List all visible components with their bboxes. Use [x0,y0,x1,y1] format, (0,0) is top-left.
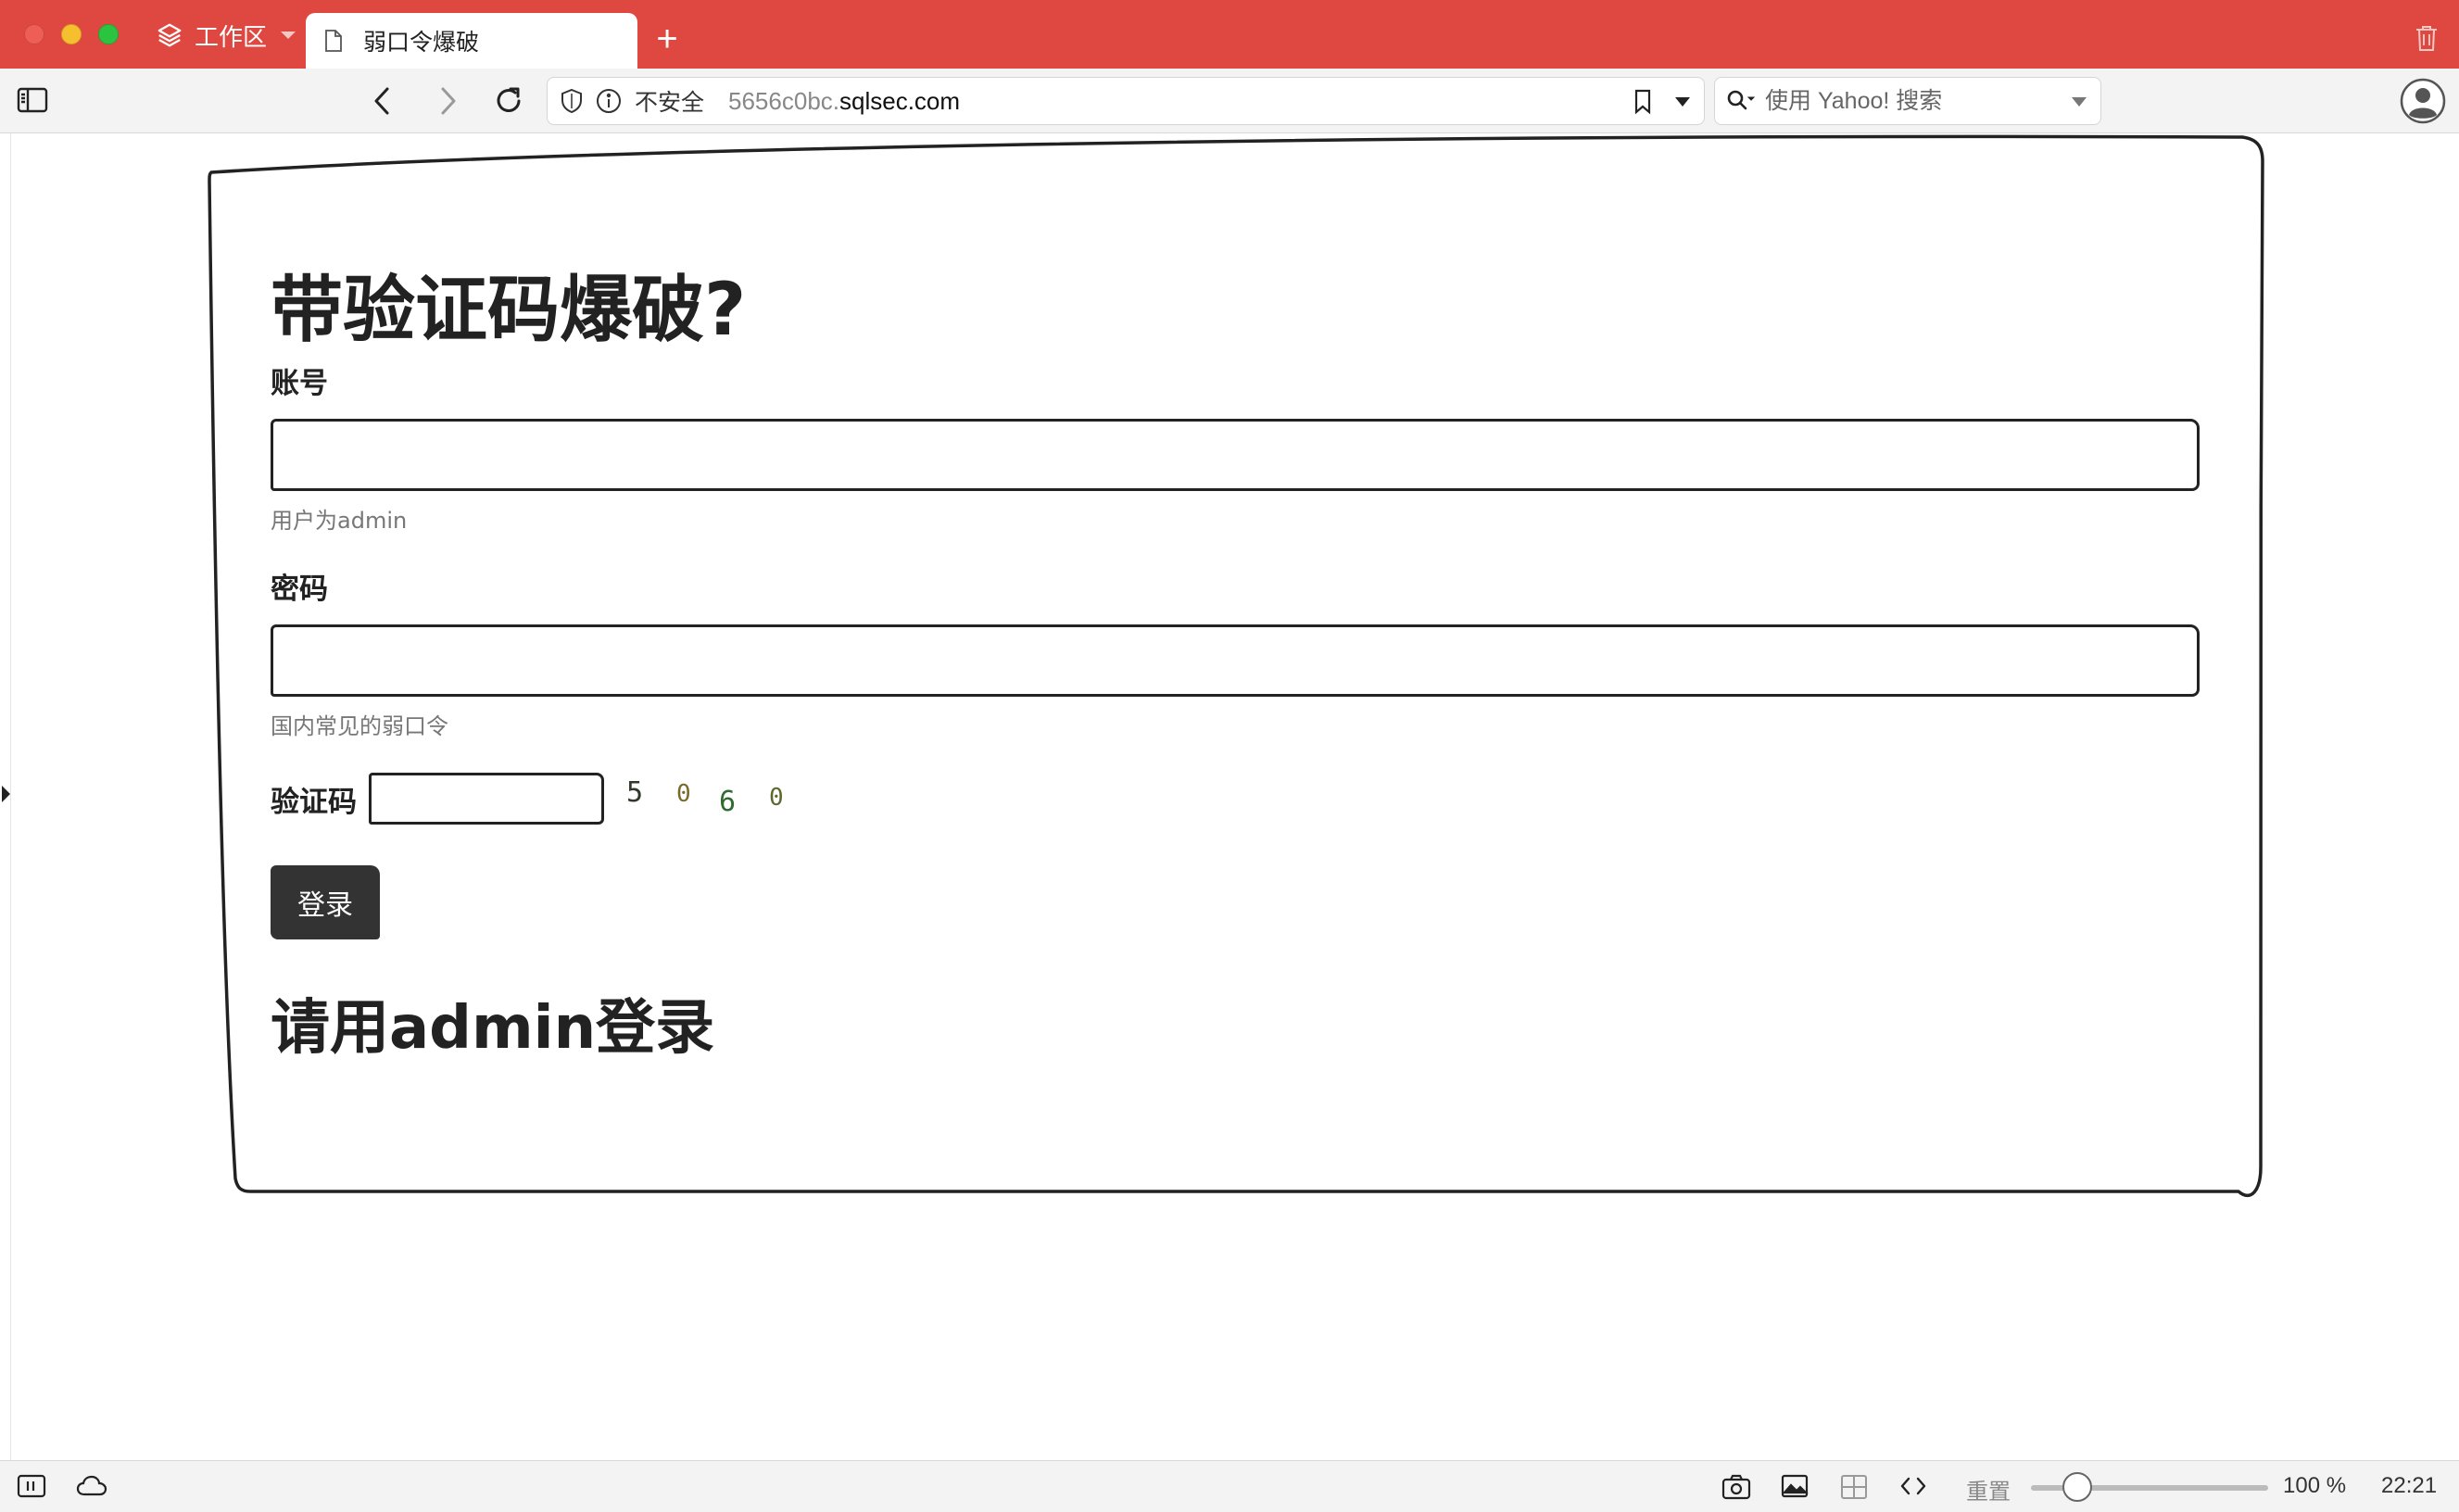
username-label: 账号 [271,367,328,400]
username-input[interactable] [271,419,2200,491]
url-domain: sqlsec.com [839,86,961,115]
security-label: 不安全 [635,90,705,116]
zoom-level: 100 % [2283,1473,2347,1498]
search-icon [1727,90,1756,110]
forward-icon[interactable] [434,85,461,117]
zoom-reset-button[interactable]: 重置 [1966,1473,2011,1506]
close-window-button[interactable] [24,24,44,44]
password-hint: 国内常见的弱口令 [271,713,448,739]
back-icon[interactable] [369,85,397,117]
chevron-down-icon[interactable] [1674,96,1691,107]
search-input[interactable] [1765,87,2062,115]
status-bar: 重置 100 % 22:21 [0,1460,2459,1512]
tab-active[interactable]: 弱口令爆破 [306,13,637,69]
captcha-digit: 0 [676,780,691,808]
chevron-down-icon[interactable] [2071,96,2087,107]
workspace-label: 工作区 [195,22,268,51]
address-toolbar: 不安全 5656c0bc.sqlsec.com [0,69,2459,133]
page-viewport: 带验证码爆破? 账号 用户为admin 密码 国内常见的弱口令 验证码 5 0 … [0,133,2459,1460]
clock: 22:21 [2381,1473,2438,1498]
password-input[interactable] [271,624,2200,697]
url-text[interactable]: 5656c0bc.sqlsec.com [728,87,960,116]
image-icon[interactable] [1781,1474,1809,1498]
panel-toggle-icon[interactable] [17,1474,46,1498]
cloud-sync-icon[interactable] [76,1474,107,1498]
profile-avatar-icon[interactable] [2400,78,2446,124]
search-box[interactable] [1714,77,2101,125]
chevron-down-icon [281,32,296,39]
document-icon [325,30,342,52]
sidebar-panel-icon[interactable] [17,87,48,113]
reload-icon[interactable] [493,85,524,117]
captcha-label: 验证码 [271,786,357,819]
minimize-window-button[interactable] [61,24,82,44]
captcha-digit: 0 [769,784,784,812]
captcha-digit: 6 [719,786,737,818]
layers-icon [158,23,182,47]
code-icon[interactable] [1899,1474,1927,1498]
zoom-slider-handle[interactable] [2062,1472,2092,1502]
password-label: 密码 [271,573,328,606]
address-bar[interactable]: 不安全 5656c0bc.sqlsec.com [547,77,1705,125]
page-tiling-icon[interactable] [1840,1474,1868,1500]
tab-title: 弱口令爆破 [363,30,480,56]
username-hint: 用户为admin [271,508,408,534]
maximize-window-button[interactable] [98,24,119,44]
page-title: 带验证码爆破? [271,269,747,352]
camera-icon[interactable] [1721,1474,1751,1500]
workspace-switcher[interactable]: 工作区 [156,20,308,51]
shield-icon[interactable] [561,88,583,114]
captcha-input[interactable] [369,773,604,825]
tab-bar: 工作区 弱口令爆破 + [0,0,2459,69]
captcha-digit: 5 [626,776,644,809]
url-subdomain: 5656c0bc. [728,86,839,115]
trash-icon[interactable] [2415,24,2439,52]
result-message: 请用admin登录 [271,994,715,1063]
info-icon[interactable] [596,88,622,114]
bookmark-icon[interactable] [1633,89,1652,115]
login-button[interactable]: 登录 [271,865,380,939]
new-tab-button[interactable]: + [649,20,686,57]
